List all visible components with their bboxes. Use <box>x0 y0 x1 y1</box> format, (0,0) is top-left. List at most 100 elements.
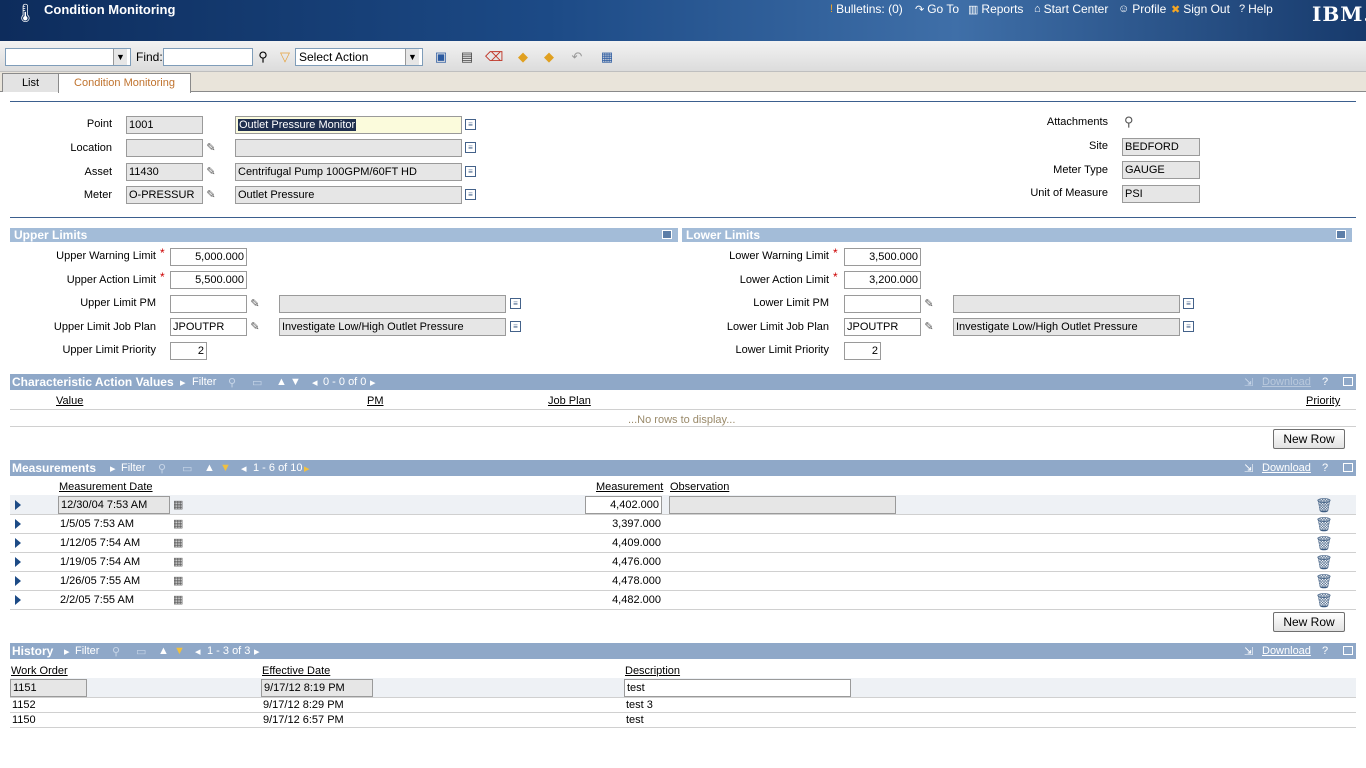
col-priority[interactable]: Priority <box>1306 395 1340 407</box>
minimize-icon[interactable] <box>1343 646 1353 655</box>
long-description-icon[interactable]: ≡ <box>465 119 476 130</box>
binoculars-icon[interactable]: ⚲ <box>254 49 272 65</box>
lookup-icon[interactable]: ✎ <box>923 297 935 310</box>
sign-out-link[interactable]: ✖ Sign Out <box>1171 2 1230 16</box>
help-icon[interactable]: ? <box>1322 462 1328 474</box>
calendar-icon[interactable]: ▦ <box>173 517 183 530</box>
filter-link[interactable]: Filter <box>121 462 145 474</box>
lower-priority-field[interactable]: 2 <box>844 342 881 360</box>
filter-icon[interactable]: ▸ <box>64 645 70 658</box>
select-action-dropdown[interactable]: Select Action ▼ <box>295 48 423 66</box>
col-measurement-date[interactable]: Measurement Date <box>59 481 153 493</box>
long-description-icon[interactable]: ≡ <box>1183 321 1194 332</box>
binoculars-icon[interactable]: ⚲ <box>228 376 236 389</box>
point-field[interactable]: 1001 <box>126 116 203 134</box>
download-icon[interactable]: ⇲ <box>1244 462 1253 475</box>
paperclip-icon[interactable]: ⚲ <box>1124 114 1134 130</box>
row-expander-icon[interactable] <box>15 576 21 586</box>
lookup-icon[interactable]: ✎ <box>923 320 935 333</box>
new-record-icon[interactable]: ▣ <box>432 49 450 65</box>
row-expander-icon[interactable] <box>15 538 21 548</box>
trash-icon[interactable]: 🗑 <box>1315 516 1333 533</box>
arrow-up-icon[interactable]: ▲ <box>158 645 169 657</box>
arrow-down-icon[interactable]: ▼ <box>174 645 185 657</box>
description-field[interactable]: test <box>624 679 851 697</box>
next-page-icon[interactable]: ▸ <box>370 376 376 389</box>
lookup-icon[interactable]: ✎ <box>205 165 217 178</box>
filter-link[interactable]: Filter <box>192 376 216 388</box>
filter-icon[interactable]: ▸ <box>180 376 186 389</box>
clear-filter-icon[interactable]: ▭ <box>182 462 192 475</box>
save-icon[interactable]: ▤ <box>458 49 476 65</box>
lookup-icon[interactable]: ✎ <box>249 320 261 333</box>
arrow-up-icon[interactable]: ▲ <box>204 462 215 474</box>
previous-page-icon[interactable]: ◂ <box>312 376 318 389</box>
trash-icon[interactable]: 🗑 <box>1315 535 1333 552</box>
help-link[interactable]: ? Help <box>1239 2 1273 16</box>
long-description-icon[interactable]: ≡ <box>465 166 476 177</box>
tab-list[interactable]: List <box>2 73 59 92</box>
col-job-plan[interactable]: Job Plan <box>548 395 591 407</box>
lower-pm-field[interactable] <box>844 295 921 313</box>
filter-funnel-icon[interactable]: ▽ <box>276 49 294 65</box>
arrow-down-icon[interactable]: ▼ <box>290 376 301 388</box>
start-center-link[interactable]: ⌂ Start Center <box>1034 2 1108 16</box>
long-description-icon[interactable]: ≡ <box>1183 298 1194 309</box>
arrow-down-icon[interactable]: ▼ <box>220 462 231 474</box>
point-description-field[interactable]: Outlet Pressure Monitor <box>235 116 462 134</box>
new-row-button[interactable]: New Row <box>1273 429 1345 449</box>
long-description-icon[interactable]: ≡ <box>510 298 521 309</box>
binoculars-icon[interactable]: ⚲ <box>112 645 120 658</box>
col-work-order[interactable]: Work Order <box>11 665 68 677</box>
download-icon[interactable]: ⇲ <box>1244 645 1253 658</box>
new-row-button[interactable]: New Row <box>1273 612 1345 632</box>
filter-icon[interactable]: ▸ <box>110 462 116 475</box>
binoculars-icon[interactable]: ⚲ <box>158 462 166 475</box>
work-order-field[interactable]: 1151 <box>10 679 87 697</box>
calendar-icon[interactable]: ▦ <box>173 574 183 587</box>
col-value[interactable]: Value <box>56 395 83 407</box>
report-icon[interactable]: ▦ <box>598 49 616 65</box>
lower-warning-field[interactable]: 3,500.000 <box>844 248 921 266</box>
previous-page-icon[interactable]: ◂ <box>241 462 247 475</box>
col-description[interactable]: Description <box>625 665 680 677</box>
row-expander-icon[interactable] <box>15 557 21 567</box>
find-input[interactable] <box>163 48 253 66</box>
long-description-icon[interactable]: ≡ <box>465 142 476 153</box>
col-observation[interactable]: Observation <box>670 481 729 493</box>
asset-field[interactable]: 11430 <box>126 163 203 181</box>
next-page-icon[interactable]: ▸ <box>304 462 310 475</box>
tab-condition-monitoring[interactable]: Condition Monitoring <box>58 73 191 93</box>
row-expander-icon[interactable] <box>15 500 21 510</box>
col-effective-date[interactable]: Effective Date <box>262 665 330 677</box>
measurement-field[interactable]: 4,402.000 <box>585 496 662 514</box>
long-description-icon[interactable]: ≡ <box>465 189 476 200</box>
lookup-icon[interactable]: ✎ <box>249 297 261 310</box>
lower-action-field[interactable]: 3,200.000 <box>844 271 921 289</box>
row-expander-icon[interactable] <box>15 519 21 529</box>
trash-icon[interactable]: 🗑 <box>1315 573 1333 590</box>
effective-date-field[interactable]: 9/17/12 8:19 PM <box>261 679 373 697</box>
upper-jobplan-field[interactable]: JPOUTPR <box>170 318 247 336</box>
help-icon[interactable]: ? <box>1322 376 1328 388</box>
query-select[interactable]: ▼ <box>5 48 131 66</box>
trash-icon[interactable]: 🗑 <box>1315 497 1333 514</box>
clear-icon[interactable]: ⌫ <box>485 49 503 65</box>
bulletins-link[interactable]: ! Bulletins: (0) <box>830 2 903 16</box>
meter-field[interactable]: O-PRESSUR <box>126 186 203 204</box>
clear-filter-icon[interactable]: ▭ <box>252 376 262 389</box>
arrow-up-icon[interactable]: ▲ <box>276 376 287 388</box>
help-icon[interactable]: ? <box>1322 645 1328 657</box>
observation-field[interactable] <box>669 496 896 514</box>
minimize-icon[interactable] <box>1336 230 1346 239</box>
undo-icon[interactable]: ↶ <box>568 49 586 65</box>
download-link[interactable]: Download <box>1262 462 1311 474</box>
download-link[interactable]: Download <box>1262 645 1311 657</box>
lower-jobplan-field[interactable]: JPOUTPR <box>844 318 921 336</box>
next-page-icon[interactable]: ▸ <box>254 645 260 658</box>
trash-icon[interactable]: 🗑 <box>1315 554 1333 571</box>
calendar-icon[interactable]: ▦ <box>173 555 183 568</box>
filter-link[interactable]: Filter <box>75 645 99 657</box>
location-field[interactable] <box>126 139 203 157</box>
previous-page-icon[interactable]: ◂ <box>195 645 201 658</box>
